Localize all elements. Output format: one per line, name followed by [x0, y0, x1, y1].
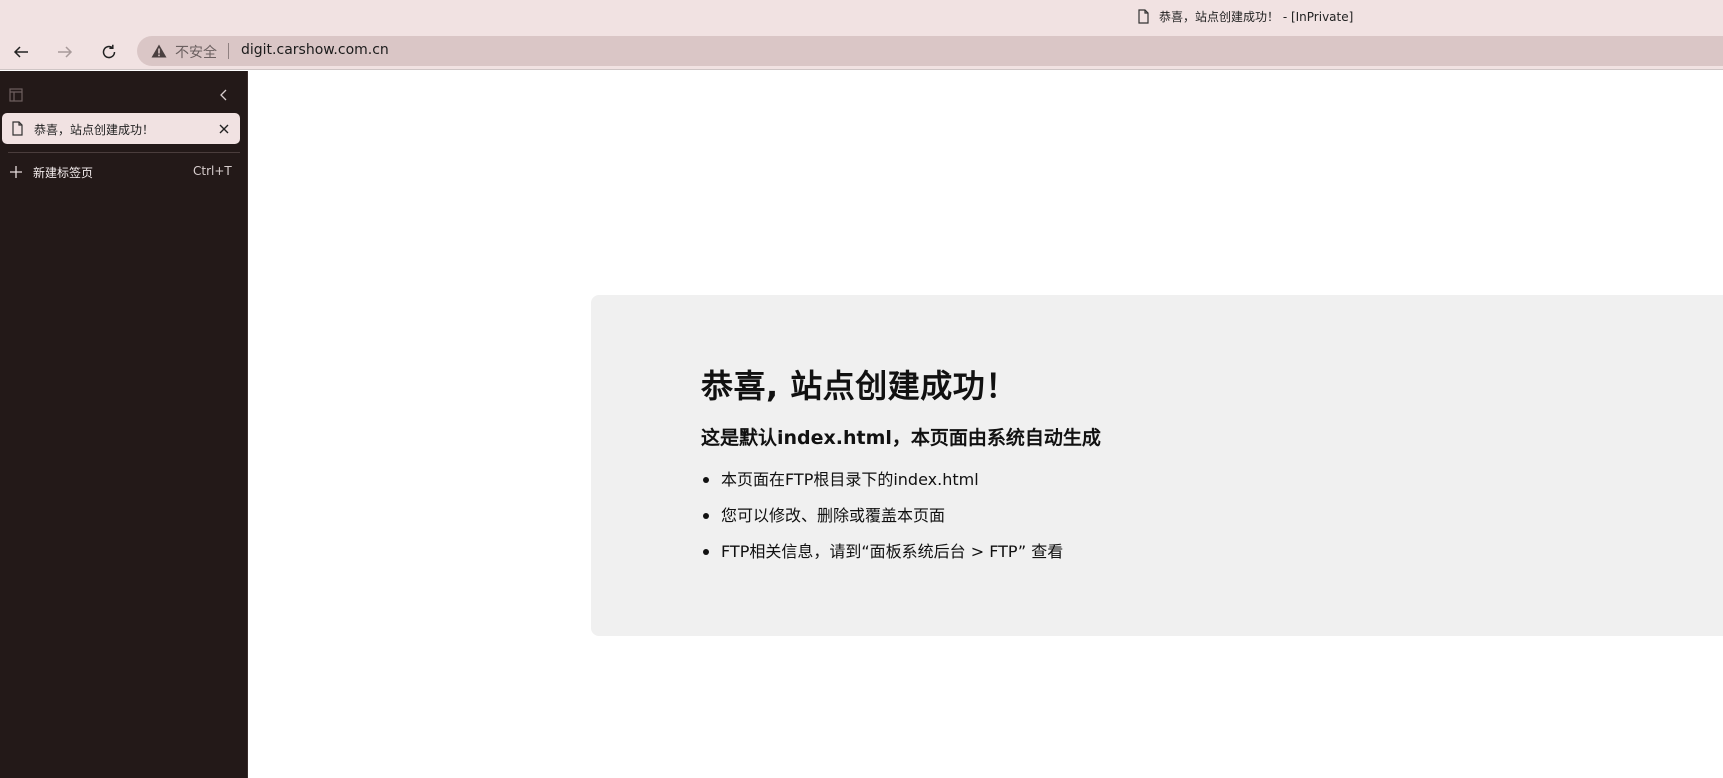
chevron-left-icon [220, 89, 227, 101]
address-bar[interactable]: 不安全 digit.carshow.com.cn [137, 36, 1723, 66]
forward-button[interactable] [50, 38, 80, 66]
page-content: 恭喜, 站点创建成功！ 这是默认index.html，本页面由系统自动生成 本页… [249, 71, 1723, 778]
refresh-button[interactable] [94, 38, 124, 66]
refresh-icon [102, 44, 116, 59]
list-item: 本页面在FTP根目录下的index.html [701, 469, 1063, 505]
title-bar: 恭喜，站点创建成功！ - [InPrivate] [0, 0, 1723, 33]
sidebar-separator [8, 152, 240, 153]
info-list: 本页面在FTP根目录下的index.html 您可以修改、删除或覆盖本页面 FT… [701, 469, 1063, 577]
window-title-area: 恭喜，站点创建成功！ - [InPrivate] [1138, 8, 1353, 25]
url-text[interactable]: digit.carshow.com.cn [241, 42, 389, 58]
list-item: FTP相关信息，请到“面板系统后台 > FTP” 查看 [701, 541, 1063, 577]
new-tab-shortcut: Ctrl+T [193, 164, 232, 178]
address-divider [228, 43, 229, 59]
plus-icon [10, 166, 22, 178]
back-button[interactable] [6, 38, 36, 66]
welcome-card: 恭喜, 站点创建成功！ 这是默认index.html，本页面由系统自动生成 本页… [591, 295, 1723, 636]
document-icon [1138, 9, 1149, 24]
page-subheading: 这是默认index.html，本页面由系统自动生成 [701, 427, 1101, 449]
browser-toolbar: 不安全 digit.carshow.com.cn [0, 33, 1723, 70]
forward-arrow-icon [58, 46, 73, 58]
vertical-tabs-sidebar: 恭喜，站点创建成功！ 新建标签页 Ctrl+T [0, 71, 248, 778]
new-tab-label: 新建标签页 [33, 166, 94, 180]
sidebar-tab-item[interactable]: 恭喜，站点创建成功！ [2, 113, 240, 144]
window-title: 恭喜，站点创建成功！ - [InPrivate] [1159, 10, 1354, 24]
new-tab-button[interactable]: 新建标签页 Ctrl+T [0, 157, 240, 187]
collapse-sidebar-button[interactable] [214, 85, 234, 105]
list-item: 您可以修改、删除或覆盖本页面 [701, 505, 1063, 541]
close-icon [219, 124, 229, 134]
tab-actions-icon[interactable] [9, 88, 23, 102]
tab-title: 恭喜，站点创建成功！ [34, 123, 155, 137]
page-heading: 恭喜, 站点创建成功！ [701, 367, 1018, 405]
close-tab-button[interactable] [214, 119, 234, 139]
back-arrow-icon [13, 46, 28, 58]
security-status-label[interactable]: 不安全 [175, 42, 217, 62]
warning-icon[interactable] [151, 44, 167, 58]
document-icon [12, 121, 23, 136]
